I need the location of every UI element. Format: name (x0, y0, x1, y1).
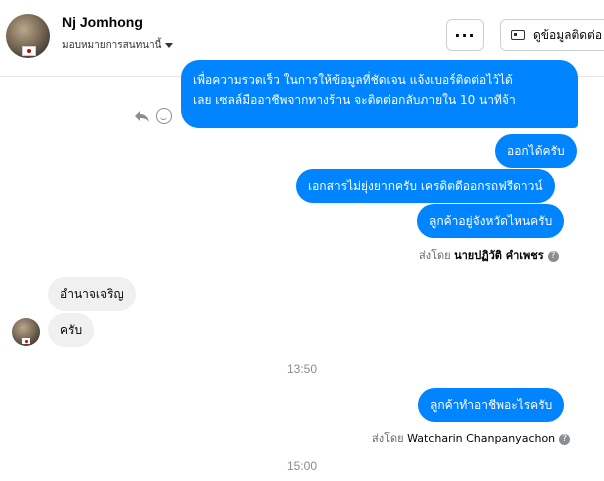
flag-icon (22, 46, 36, 56)
contact-avatar[interactable] (6, 14, 50, 58)
outgoing-message[interactable]: ออกได้ครับ (495, 134, 577, 168)
message-text-line: เพื่อความรวดเร็ว ในการให้ข้อมูลที่ชัดเจน… (193, 73, 513, 87)
view-contact-info-label: ดูข้อมูลติดต่อ (533, 27, 603, 42)
outgoing-message[interactable]: เอกสารไม่ยุ่งยากครับ เครดิตดีออกรถฟรีดาว… (296, 169, 555, 203)
message-text-line: เลย เซลล์มืออาชีพจากทางร้าน จะติดต่อกลับ… (193, 93, 516, 107)
info-icon[interactable]: ? (547, 250, 559, 262)
contact-avatar-small[interactable] (12, 318, 40, 346)
sender-name: Watcharin Chanpanyachon (407, 432, 556, 445)
incoming-message[interactable]: อำนาจเจริญ (48, 277, 136, 311)
assign-conversation-dropdown[interactable]: มอบหมายการสนทนานี้ (62, 38, 174, 53)
outgoing-message[interactable]: เพื่อความรวดเร็ว ในการให้ข้อมูลที่ชัดเจน… (181, 60, 578, 128)
sender-name: นายปฏิวัติ คำเพชร (454, 249, 544, 262)
smile-icon[interactable] (156, 108, 172, 124)
more-options-button[interactable]: ··· (446, 19, 484, 51)
outgoing-message[interactable]: ลูกค้าอยู่จังหวัดไหนครับ (417, 204, 565, 238)
timestamp: 13:50 (286, 362, 318, 376)
outgoing-message[interactable]: ลูกค้าทำอาชีพอะไรครับ (418, 388, 565, 422)
info-icon[interactable]: ? (559, 433, 571, 445)
reply-icon[interactable] (134, 108, 150, 124)
flag-icon (22, 338, 30, 344)
sent-by-label: ส่งโดย Watcharin Chanpanyachon? (372, 429, 571, 447)
incoming-message[interactable]: ครับ (48, 313, 95, 347)
sent-by-label: ส่งโดย นายปฏิวัติ คำเพชร? (419, 246, 559, 264)
timestamp: 15:00 (286, 459, 318, 473)
assign-label: มอบหมายการสนทนานี้ (62, 40, 162, 51)
contact-name[interactable]: Nj Jomhong (62, 14, 143, 30)
chevron-down-icon (165, 42, 174, 48)
sent-by-prefix: ส่งโดย (372, 432, 404, 445)
view-contact-info-button[interactable]: ดูข้อมูลติดต่อ (500, 19, 604, 51)
sent-by-prefix: ส่งโดย (419, 249, 451, 262)
contact-card-icon (511, 30, 525, 40)
